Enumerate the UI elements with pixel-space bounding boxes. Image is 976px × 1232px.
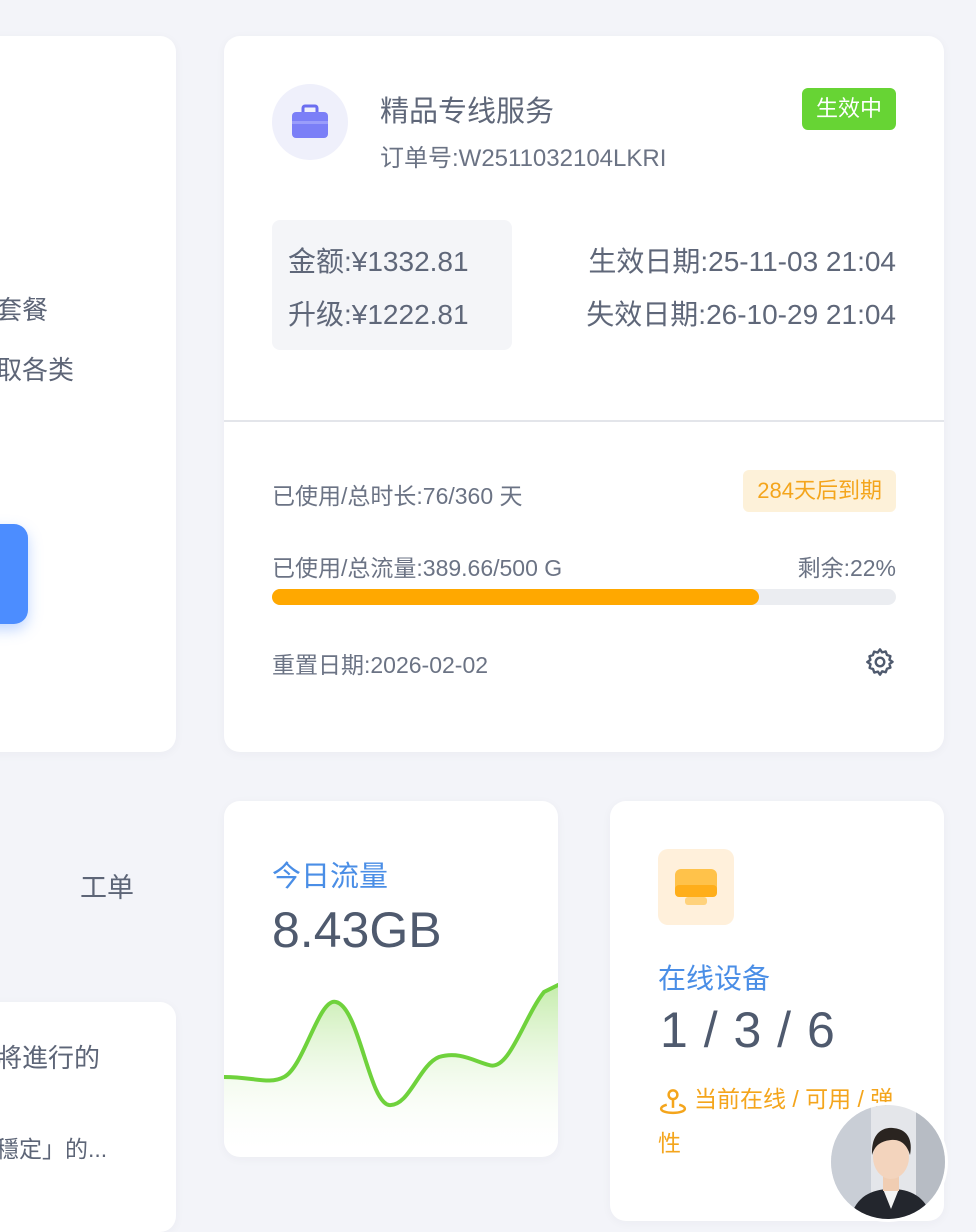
device-icon — [658, 849, 734, 925]
price-box: 金额:¥1332.81 升级:¥1222.81 — [272, 220, 512, 350]
today-traffic-card[interactable]: 今日流量 8.43GB — [224, 801, 558, 1157]
reset-date-row: 重置日期:2026-02-02 — [272, 646, 488, 680]
left-plan-text-1: 套餐 — [0, 295, 49, 325]
left-plan-card: 套餐 取各类 — [0, 36, 176, 752]
notice-card[interactable]: 將進行的 穩定」的... — [0, 1002, 176, 1232]
reset-date-label: 重置日期: — [272, 652, 371, 678]
start-date-row: 生效日期:25-11-03 21:04 — [588, 240, 896, 280]
end-date-label: 失效日期: — [586, 299, 707, 330]
gear-icon[interactable] — [864, 646, 896, 678]
start-date-label: 生效日期: — [588, 246, 709, 277]
ticket-link[interactable]: 工单 — [80, 866, 134, 905]
notice-text-2: 穩定」的... — [0, 1136, 108, 1162]
today-traffic-value: 8.43GB — [272, 902, 442, 958]
duration-label: 已使用/总时长: — [272, 483, 423, 509]
online-devices-value: 1 / 3 / 6 — [660, 1002, 836, 1058]
divider — [224, 420, 944, 422]
traffic-sparkline — [224, 983, 558, 1157]
left-plan-text-2: 取各类 — [0, 355, 75, 385]
avatar[interactable] — [828, 1102, 948, 1222]
status-badge: 生效中 — [801, 88, 896, 130]
traffic-usage-row: 已使用/总流量:389.66/500 G — [272, 549, 562, 583]
traffic-usage-label: 已使用/总流量: — [272, 555, 423, 581]
remaining-row: 剩余:22% — [798, 549, 896, 583]
order-label: 订单号: — [380, 145, 459, 172]
duration-value: 76/360 天 — [422, 483, 523, 509]
end-date-row: 失效日期:26-10-29 21:04 — [586, 293, 896, 333]
order-value: W2511032104LKRI — [458, 145, 667, 172]
amount-value: ¥1332.81 — [351, 246, 469, 277]
upgrade-label: 升级: — [288, 299, 352, 330]
online-devices-title: 在线设备 — [658, 963, 771, 994]
service-title: 精品专线服务 — [380, 96, 555, 128]
briefcase-icon — [272, 84, 348, 160]
remaining-value: 22% — [849, 555, 896, 581]
left-action-button[interactable] — [0, 524, 28, 624]
upgrade-value: ¥1222.81 — [351, 299, 469, 330]
order-number: 订单号:W2511032104LKRI — [380, 138, 666, 173]
sparkline-area — [224, 985, 558, 1157]
location-icon — [659, 1089, 687, 1115]
expiry-badge: 284天后到期 — [743, 470, 896, 512]
notice-text-1: 將進行的 — [0, 1043, 101, 1073]
end-date-value: 26-10-29 21:04 — [706, 299, 896, 330]
reset-date-value: 2026-02-02 — [370, 652, 489, 678]
remaining-label: 剩余: — [797, 555, 850, 581]
amount-label: 金额: — [288, 246, 352, 277]
start-date-value: 25-11-03 21:04 — [708, 246, 896, 277]
traffic-usage-value: 389.66/500 G — [422, 555, 563, 581]
upgrade-row: 升级:¥1222.81 — [288, 293, 469, 333]
service-card: 精品专线服务 订单号:W2511032104LKRI 生效中 金额:¥1332.… — [224, 36, 944, 752]
amount-row: 金额:¥1332.81 — [288, 240, 469, 280]
traffic-progress-bar — [272, 589, 896, 605]
today-traffic-title: 今日流量 — [272, 861, 389, 893]
traffic-progress-fill — [272, 589, 759, 605]
duration-row: 已使用/总时长:76/360 天 — [272, 477, 523, 511]
